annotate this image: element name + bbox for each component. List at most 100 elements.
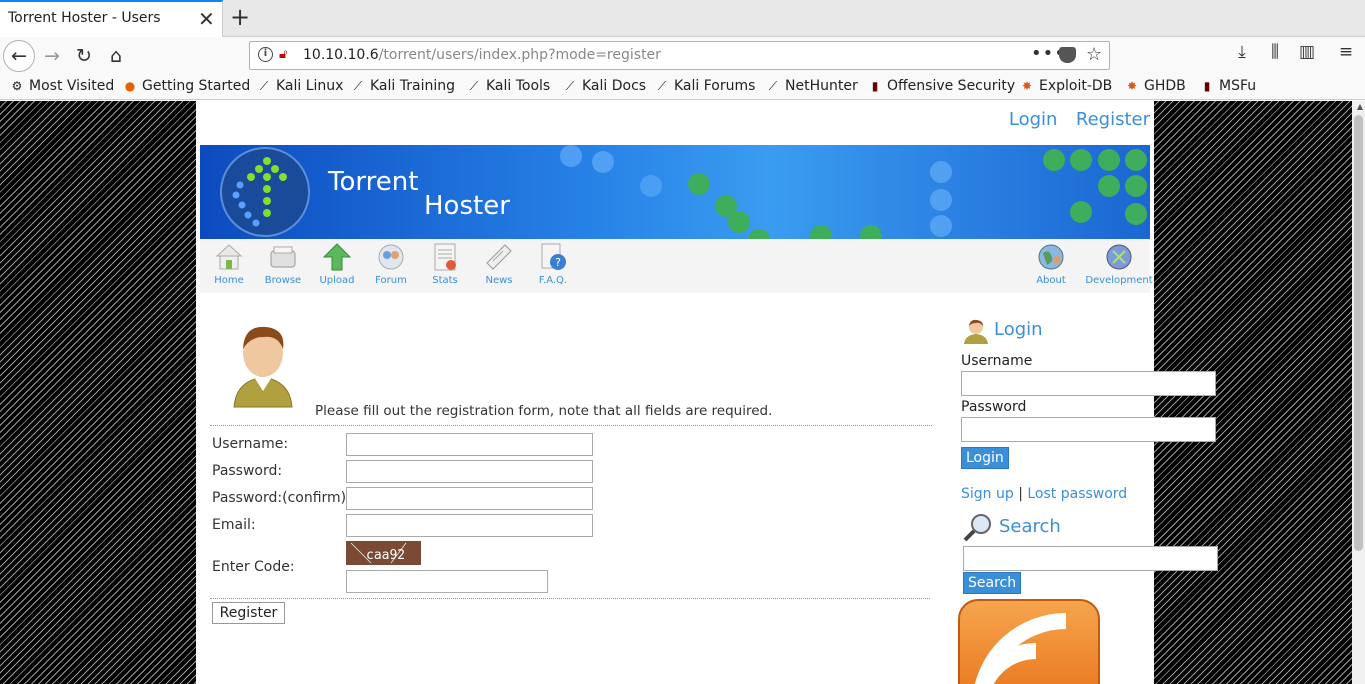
sidebar-username-field[interactable] [961,371,1216,396]
password-field[interactable] [346,460,593,483]
bookmark-kali-docs[interactable]: ⟋ Kali Docs [563,78,646,94]
home-button[interactable]: ⌂ [100,40,132,72]
nav-development[interactable]: Development [1082,243,1156,286]
site-banner: Torrent Hoster [200,145,1150,239]
news-icon [486,244,512,270]
browse-icon [270,246,296,268]
sign-up-link[interactable]: Sign up [961,486,1014,502]
sidebar-search-field[interactable] [963,546,1218,571]
scroll-up-icon[interactable]: ▲ [1357,102,1363,111]
forward-arrow-icon: → [44,45,60,67]
tab-close-icon[interactable]: ✕ [198,7,215,31]
username-field[interactable] [346,433,593,456]
bookmark-star-icon[interactable]: ☆ [1086,44,1102,65]
bookmark-kali-forums[interactable]: ⟋ Kali Forums [655,78,756,94]
svg-text:?: ? [555,256,561,269]
rss-feed-icon[interactable] [958,599,1100,684]
kali-icon: ⟋ [657,79,667,93]
new-tab-button[interactable]: + [229,3,251,31]
navigation-toolbar: ← → ↻ ⌂ i 🔓︎ 10.10.10.6/torrent/users/in… [0,37,1365,74]
login-heading: Login [994,319,1043,340]
insecure-lock-icon[interactable]: 🔓︎ [279,47,287,62]
bookmark-most-visited[interactable]: ⚙ Most Visited [10,78,115,94]
nav-faq[interactable]: ? F.A.Q. [530,243,576,286]
password-confirm-label: Password:(confirm) [212,490,347,506]
bookmark-kali-training[interactable]: ⟋ Kali Training [351,78,455,94]
url-path: /torrent/users/index.php?mode=register [378,47,661,63]
forward-button[interactable]: → [36,40,68,72]
bookmark-exploit-db[interactable]: ✸ Exploit-DB [1020,78,1112,94]
downloads-icon[interactable]: ⤓ [1230,42,1254,62]
nav-browse[interactable]: Browse [260,243,306,286]
nav-forum[interactable]: Forum [368,243,414,286]
url-text[interactable]: 10.10.10.6/torrent/users/index.php?mode=… [303,47,661,63]
faq-icon: ? [541,243,566,270]
bookmark-ghdb[interactable]: ✸ GHDB [1125,78,1186,94]
upload-arrow-icon [323,243,351,271]
bookmarks-toolbar: ⚙ Most Visited ● Getting Started ⟋ Kali Lin… [0,74,1365,100]
scrollbar-thumb[interactable] [1354,115,1363,551]
sidebar-password-field[interactable] [961,417,1216,442]
top-login-link[interactable]: Login [1009,109,1058,130]
url-bar[interactable]: i 🔓︎ 10.10.10.6/torrent/users/index.php?… [249,41,1110,70]
rss-waves-icon [974,613,1067,684]
bookmark-kali-tools[interactable]: ⟋ Kali Tools [467,78,550,94]
nav-news[interactable]: News [476,243,522,286]
stats-icon [434,243,456,271]
kali-icon: ⟋ [353,79,363,93]
sidebar-toggle-icon[interactable]: ▥ [1295,42,1319,62]
bookmark-getting-started[interactable]: ● Getting Started [123,78,251,94]
logo-text-line1: Torrent [328,167,419,197]
register-button[interactable]: Register [212,602,285,624]
exploitdb-icon: ✸ [1021,79,1033,93]
page-viewport: Login Register Torrent Hoster Home Brows… [0,101,1365,684]
email-label: Email: [212,517,256,533]
home-icon: ⌂ [109,45,123,67]
captcha-image: caa92 [346,541,421,565]
gear-icon: ⚙ [11,79,23,93]
nav-about[interactable]: About [1028,243,1074,286]
password-confirm-field[interactable] [346,487,593,510]
library-icon[interactable]: ⫼ [1263,42,1287,62]
link-separator: | [1018,486,1023,502]
nav-home[interactable]: Home [206,243,252,286]
page-scrollbar[interactable]: ▲ [1352,101,1365,684]
reload-button[interactable]: ↻ [68,40,100,72]
nav-upload[interactable]: Upload [314,243,360,286]
back-button[interactable]: ← [3,40,35,72]
top-register-link[interactable]: Register [1076,109,1150,130]
sidebar-password-label: Password [961,399,1027,415]
exploitdb-icon: ✸ [1126,79,1138,93]
active-tab[interactable]: Torrent Hoster - Users ✕ [0,0,223,37]
lost-password-link[interactable]: Lost password [1027,486,1127,502]
divider [210,598,930,599]
captcha-input[interactable] [346,570,548,593]
sidebar: Login Username Password Login Sign up | … [958,311,1220,684]
main-nav: Home Browse Upload Forum Stats News ? F.… [200,239,1153,293]
sidebar-search-button[interactable]: Search [963,572,1022,594]
development-icon [1106,244,1132,270]
pocket-icon[interactable] [1059,47,1076,63]
logo-arrow-icon [232,157,287,227]
nav-stats[interactable]: Stats [422,243,468,286]
bookmark-msfu[interactable]: ▮ MSFu [1200,78,1256,94]
menu-icon[interactable]: ≡ [1334,42,1358,62]
sidebar-login-button[interactable]: Login [961,447,1009,469]
bookmark-kali-linux[interactable]: ⟋ Kali Linux [257,78,344,94]
bookmark-offensive-security[interactable]: ▮ Offensive Security [868,78,1016,94]
registration-section: Please fill out the registration form, n… [210,301,932,641]
site-page: Login Register Torrent Hoster Home Brows… [196,101,1218,684]
bookmark-nethunter[interactable]: ⟋ NetHunter [766,78,858,94]
url-host: 10.10.10.6 [303,47,379,63]
kali-icon: ⟋ [768,79,778,93]
sidebar-username-label: Username [961,353,1033,369]
kali-icon: ⟋ [565,79,575,93]
login-user-icon [964,319,988,344]
forum-icon [378,244,404,270]
password-label: Password: [212,463,283,479]
site-info-icon[interactable]: i [258,47,273,62]
reload-icon: ↻ [76,45,92,67]
back-arrow-icon: ← [11,45,27,67]
kali-icon: ⟋ [259,79,269,93]
email-field[interactable] [346,514,593,537]
